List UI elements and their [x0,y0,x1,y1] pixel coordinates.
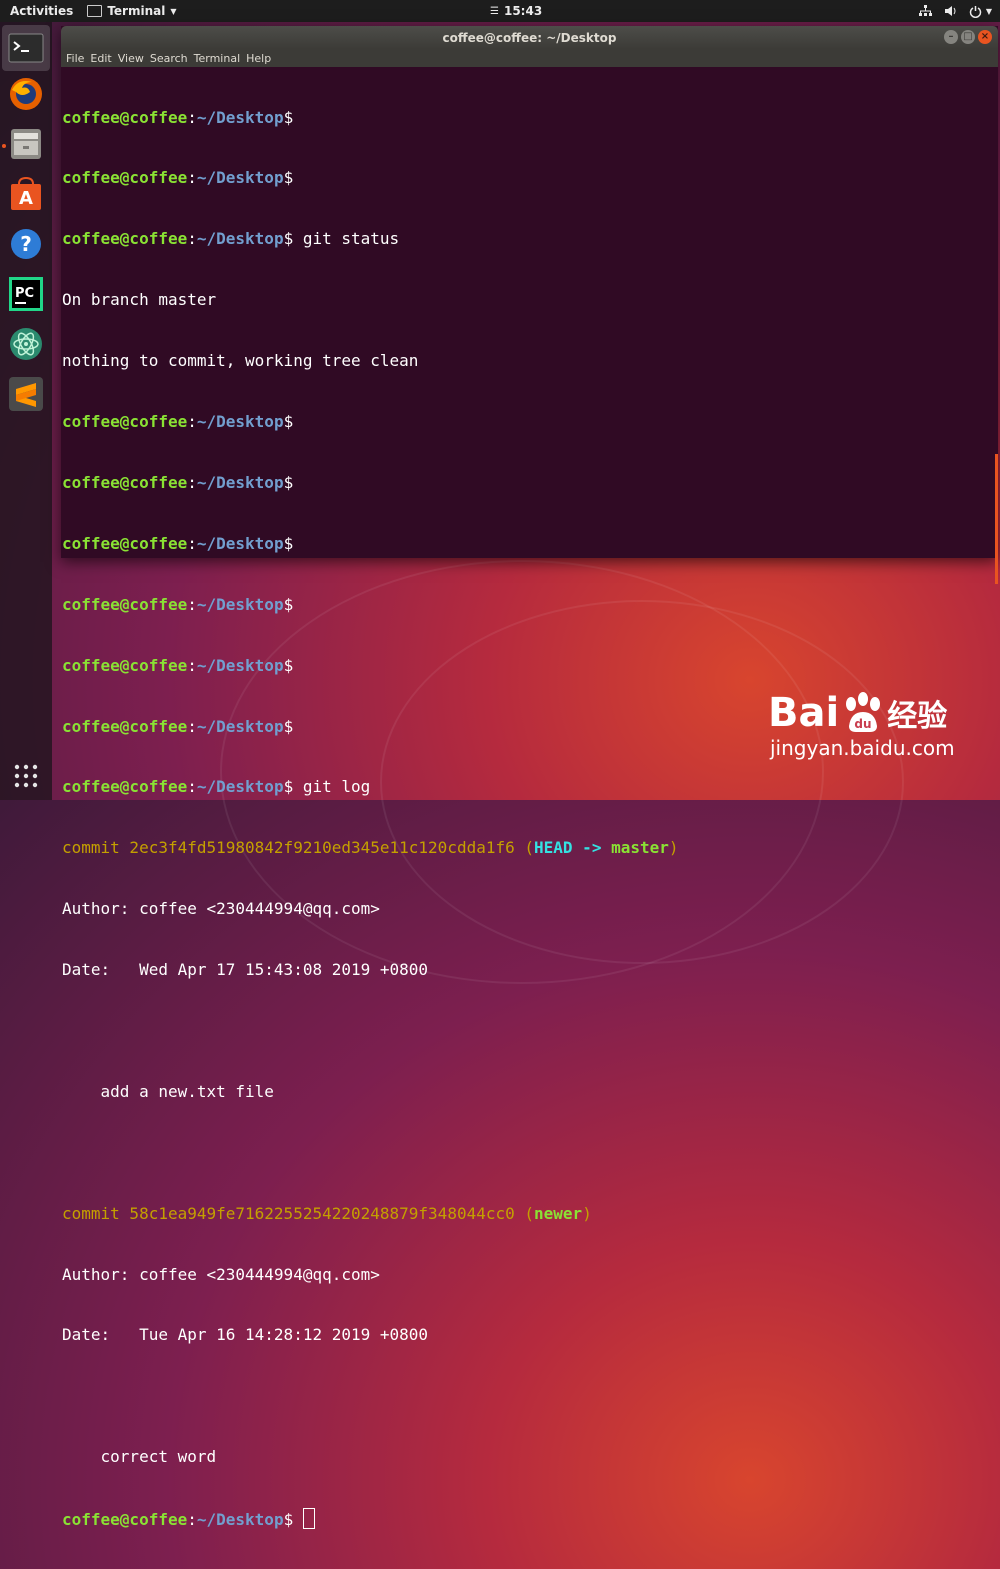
baidu-logo: Bai du 经验 [768,690,948,736]
dock-sublime[interactable] [7,375,45,413]
show-applications-button[interactable] [7,757,45,795]
terminal-output[interactable]: coffee@coffee:~/Desktop$ coffee@coffee:~… [61,67,998,1569]
output-line: nothing to commit, working tree clean [62,351,419,371]
activities-button[interactable]: Activities [0,4,83,18]
chevron-down-icon: ▼ [985,6,992,16]
date-line: Date: Wed Apr 17 15:43:08 2019 +0800 [62,960,429,980]
menu-file[interactable]: File [63,52,87,65]
close-button[interactable]: × [978,30,992,44]
prompt-line: coffee@coffee:~/Desktop$ [62,412,294,432]
terminal-window: coffee@coffee: ~/Desktop – □ × File Edit… [61,26,998,1530]
commit-message: add a new.txt file [62,1081,274,1101]
prompt-line: coffee@coffee:~/Desktop$ [62,1508,998,1530]
output-line: On branch master [62,290,217,310]
menu-terminal[interactable]: Terminal [191,52,244,65]
menu-view[interactable]: View [115,52,147,65]
author-line: Author: coffee <230444994@qq.com> [62,899,380,919]
window-title: coffee@coffee: ~/Desktop [442,30,617,45]
prompt-line: coffee@coffee:~/Desktop$ [62,107,294,127]
window-titlebar[interactable]: coffee@coffee: ~/Desktop – □ × [61,26,998,49]
menu-bar: File Edit View Search Terminal Help [61,49,998,67]
dock-software[interactable]: A [7,175,45,213]
prompt-line: coffee@coffee:~/Desktop$ git status [62,229,400,249]
chevron-down-icon: ▼ [170,6,177,16]
author-line: Author: coffee <230444994@qq.com> [62,1264,380,1284]
maximize-button[interactable]: □ [961,30,975,44]
calendar-icon: ☰ [490,5,499,17]
commit-line: commit 2ec3f4fd51980842f9210ed345e11c120… [62,838,679,858]
atom-icon [10,328,42,360]
menu-edit[interactable]: Edit [87,52,114,65]
prompt-line: coffee@coffee:~/Desktop$ [62,168,294,188]
prompt-line: coffee@coffee:~/Desktop$ git log [62,777,371,797]
show-applications-icon [14,764,38,788]
minimize-button[interactable]: – [944,30,958,44]
dock-help[interactable]: ? [7,225,45,263]
svg-text:PC: PC [15,286,34,301]
clock-time: 15:43 [503,4,543,18]
date-line: Date: Tue Apr 16 14:28:12 2019 +0800 [62,1325,429,1345]
files-icon [11,129,41,159]
svg-text:?: ? [20,232,32,256]
command-text: git log [302,777,371,797]
app-menu[interactable]: Terminal ▼ [83,4,180,18]
volume-icon [944,6,956,16]
window-controls: – □ × [944,30,992,44]
menu-help[interactable]: Help [243,52,274,65]
commit-line: commit 58c1ea949fe7162255254220248879f34… [62,1203,592,1223]
pycharm-icon: PC [9,277,43,311]
power-icon: ▼ [969,5,992,18]
prompt-line: coffee@coffee:~/Desktop$ [62,533,294,553]
baidu-watermark: Bai du 经验 jingyan.baidu.com [768,690,955,760]
software-center-icon: A [11,176,41,210]
clock[interactable]: ☰ 15:43 [490,0,542,22]
top-bar: Activities Terminal ▼ ☰ 15:43 ▼ [0,0,1000,22]
sublime-text-icon [9,377,43,411]
system-tray[interactable]: ▼ [918,0,992,22]
terminal-icon [87,5,103,17]
watermark-site: jingyan.baidu.com [770,736,955,760]
dock: A ? PC [0,22,52,800]
prompt-line: coffee@coffee:~/Desktop$ [62,594,294,614]
dock-pycharm[interactable]: PC [7,275,45,313]
dock-terminal[interactable] [2,25,50,71]
dock-atom[interactable] [7,325,45,363]
prompt-line: coffee@coffee:~/Desktop$ [62,655,294,675]
paw-icon: du [846,692,881,732]
commit-message: correct word [62,1447,217,1467]
svg-text:A: A [19,188,33,209]
network-icon [918,5,932,16]
command-text: git status [302,229,400,249]
prompt-line: coffee@coffee:~/Desktop$ [62,472,294,492]
firefox-icon [10,78,42,110]
menu-search[interactable]: Search [147,52,191,65]
dock-firefox[interactable] [7,75,45,113]
running-indicator [2,144,6,148]
scrollbar[interactable] [995,454,998,584]
terminal-icon [8,33,44,63]
help-icon: ? [11,229,41,259]
dock-files[interactable] [7,125,45,163]
text-cursor [302,1508,315,1530]
svg-text:du: du [855,717,872,731]
app-menu-label: Terminal [107,4,166,18]
